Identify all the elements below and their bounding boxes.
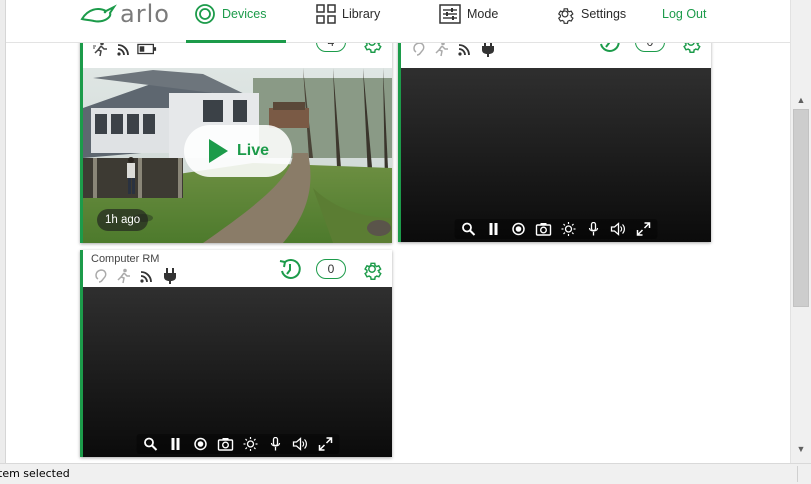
live-view-label: Live [236,142,269,159]
browser-viewport: arlo Devices Library Mode Settings Log O… [6,0,790,463]
plug-icon [160,267,180,285]
logo-text: arlo [120,0,170,28]
zoom-icon[interactable] [461,221,477,237]
volume-icon[interactable] [610,221,627,237]
camera-card-header: Computer RM 0 [83,250,392,287]
microphone-icon[interactable] [586,221,602,237]
top-nav: arlo Devices Library Mode Settings Log O… [6,0,790,43]
logout-link[interactable]: Log Out [662,0,706,28]
brightness-icon[interactable] [242,436,258,452]
logout-label: Log Out [662,7,707,21]
camera-video-feed[interactable] [401,68,711,242]
zoom-icon[interactable] [142,436,158,452]
nav-library-label: Library [342,7,381,21]
camera-header-actions: 0 [278,257,384,281]
camera-snapshot[interactable]: Live 1h ago [83,68,392,243]
audio-icon [91,267,111,285]
microphone-icon[interactable] [267,436,283,452]
status-bar-divider [797,466,811,482]
nav-mode-label: Mode [467,7,499,21]
nav-devices[interactable]: Devices [194,0,266,28]
snapshot-age-badge: 1h ago [97,209,149,231]
camera-video-feed[interactable] [83,287,392,457]
camera-name: Computer RM [91,253,160,265]
status-text: tem selected [0,467,70,480]
nav-settings-label: Settings [581,7,627,21]
nav-library[interactable]: Library [316,0,380,28]
scroll-up-arrow-icon[interactable]: ▲ [793,92,809,108]
clip-count-badge[interactable]: 0 [316,259,346,279]
pause-icon[interactable] [167,436,183,452]
camera-status-icons [91,267,180,285]
arlo-logo[interactable]: arlo [80,0,170,28]
scroll-down-arrow-icon[interactable]: ▼ [793,441,809,457]
record-icon[interactable] [192,436,208,452]
arlo-bird-icon [80,4,117,23]
brightness-icon[interactable] [561,221,577,237]
nav-devices-label: Devices [222,7,267,21]
volume-icon[interactable] [292,436,308,452]
live-view-button[interactable]: Live [184,125,292,177]
snapshot-age-text: 1h ago [105,214,141,226]
snapshot-icon[interactable] [535,221,552,237]
nav-mode[interactable]: Mode [439,0,498,28]
scrollbar-thumb[interactable] [793,109,809,307]
play-icon [208,139,228,163]
record-icon[interactable] [511,221,527,237]
vertical-scrollbar[interactable]: ▲ ▼ [790,0,811,463]
mode-sliders-icon [439,4,461,24]
video-controls [454,219,658,239]
nav-settings[interactable]: Settings [555,0,626,28]
fullscreen-icon[interactable] [317,436,333,452]
camera-card: 4 [80,23,392,243]
camera-settings-gear-icon[interactable] [360,257,384,281]
pause-icon[interactable] [486,221,502,237]
active-tab-indicator [186,40,286,43]
camera-card: Computer RM 0 [80,250,392,457]
snapshot-icon[interactable] [217,436,233,452]
library-grid-icon [316,4,336,24]
devices-icon [195,4,215,24]
settings-gear-icon [557,8,574,24]
video-controls [136,434,339,454]
motion-icon [114,267,134,285]
fullscreen-icon[interactable] [636,221,652,237]
wifi-icon [137,267,157,285]
camera-card: 0 [398,23,711,242]
status-bar: tem selected [0,463,811,484]
history-icon[interactable] [278,257,302,281]
